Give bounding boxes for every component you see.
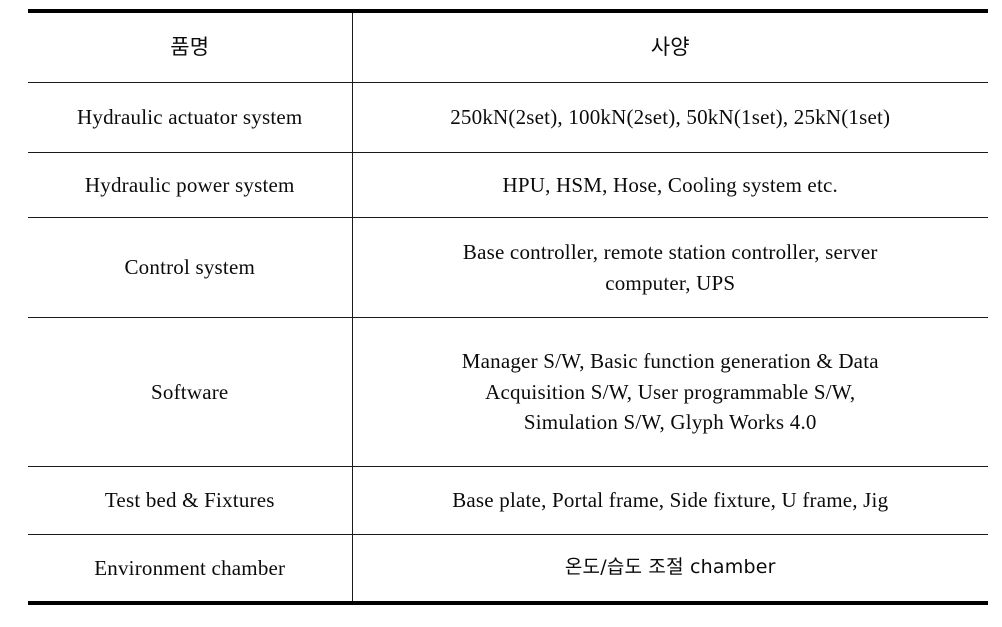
page-root: 품명 사양 Hydraulic actuator system 250kN(2s… — [0, 0, 1002, 627]
row-item-name: Test bed & Fixtures — [28, 466, 353, 535]
spec-line-group: Base plate, Portal frame, Side fixture, … — [363, 485, 979, 515]
table-row: Software Manager S/W, Basic function gen… — [28, 317, 988, 467]
row-item-name: Control system — [28, 217, 353, 318]
spec-line-group: 250kN(2set), 100kN(2set), 50kN(1set), 25… — [363, 102, 979, 132]
row-spec-value: 250kN(2set), 100kN(2set), 50kN(1set), 25… — [352, 82, 988, 153]
row-spec-value: Base controller, remote station controll… — [352, 217, 988, 318]
table-row: Environment chamber 온도/습도 조절 chamber — [28, 534, 988, 605]
spec-line-group: Base controller, remote station controll… — [363, 237, 979, 298]
table-row: Hydraulic power system HPU, HSM, Hose, C… — [28, 152, 988, 218]
table-header-row: 품명 사양 — [28, 9, 988, 83]
row-item-name: Software — [28, 317, 353, 467]
table-body: Hydraulic actuator system 250kN(2set), 1… — [28, 82, 988, 605]
spec-line: computer, UPS — [605, 270, 736, 295]
row-item-name: Hydraulic actuator system — [28, 82, 353, 153]
table-row: Hydraulic actuator system 250kN(2set), 1… — [28, 82, 988, 153]
table-header: 품명 사양 — [28, 9, 988, 83]
spec-line-group: 온도/습도 조절 chamber — [363, 554, 979, 582]
row-item-name: Environment chamber — [28, 534, 353, 605]
spec-line: Acquisition S/W, User programmable S/W, — [485, 379, 856, 404]
spec-line: Base controller, remote station controll… — [462, 240, 878, 265]
row-spec-value: Base plate, Portal frame, Side fixture, … — [352, 466, 988, 535]
specification-table: 품명 사양 Hydraulic actuator system 250kN(2s… — [28, 9, 988, 605]
spec-line-group: Manager S/W, Basic function generation &… — [363, 346, 979, 437]
column-header-spec: 사양 — [352, 9, 988, 83]
spec-line: Manager S/W, Basic function generation &… — [461, 349, 879, 374]
spec-line-group: HPU, HSM, Hose, Cooling system etc. — [363, 170, 979, 200]
table-row: Test bed & Fixtures Base plate, Portal f… — [28, 466, 988, 535]
spec-line: 250kN(2set), 100kN(2set), 50kN(1set), 25… — [450, 105, 891, 130]
row-spec-value: 온도/습도 조절 chamber — [352, 534, 988, 605]
column-header-item: 품명 — [28, 9, 353, 83]
spec-line: 온도/습도 조절 chamber — [564, 555, 776, 578]
spec-line: HPU, HSM, Hose, Cooling system etc. — [502, 172, 838, 197]
row-spec-value: Manager S/W, Basic function generation &… — [352, 317, 988, 467]
row-item-name: Hydraulic power system — [28, 152, 353, 218]
row-spec-value: HPU, HSM, Hose, Cooling system etc. — [352, 152, 988, 218]
table-row: Control system Base controller, remote s… — [28, 217, 988, 318]
spec-line: Simulation S/W, Glyph Works 4.0 — [523, 410, 817, 435]
spec-line: Base plate, Portal frame, Side fixture, … — [452, 488, 889, 513]
